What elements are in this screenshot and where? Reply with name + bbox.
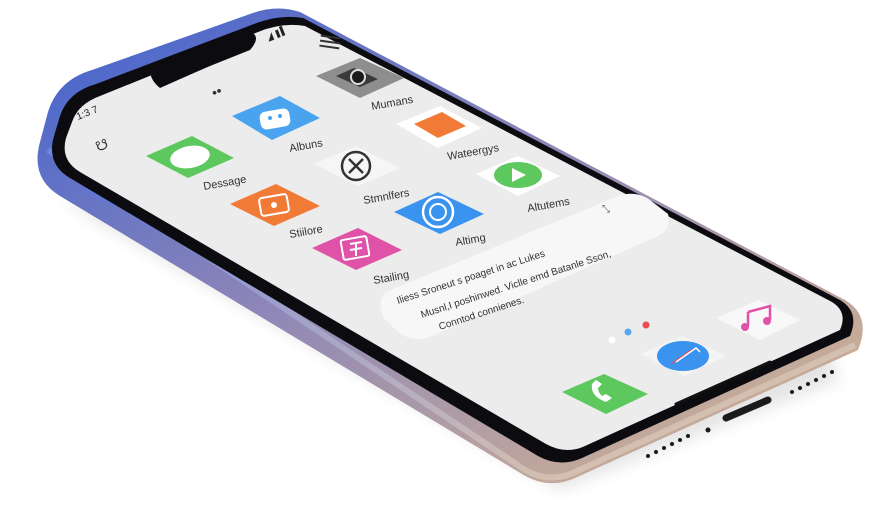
widget-expand-icon[interactable]: ⤡: [602, 204, 610, 215]
phone-illustration: 1:3 7 •• ☋ Mumans Albuns Wateergys Dessa…: [37, 8, 863, 490]
page-dot[interactable]: [608, 336, 616, 344]
phone-scene: 1:3 7 •• ☋ Mumans Albuns Wateergys Dessa…: [0, 0, 890, 508]
page-dot[interactable]: [642, 321, 650, 329]
page-dot[interactable]: [624, 328, 632, 336]
screw-dot: [705, 427, 711, 433]
camera-icon: [350, 69, 366, 85]
